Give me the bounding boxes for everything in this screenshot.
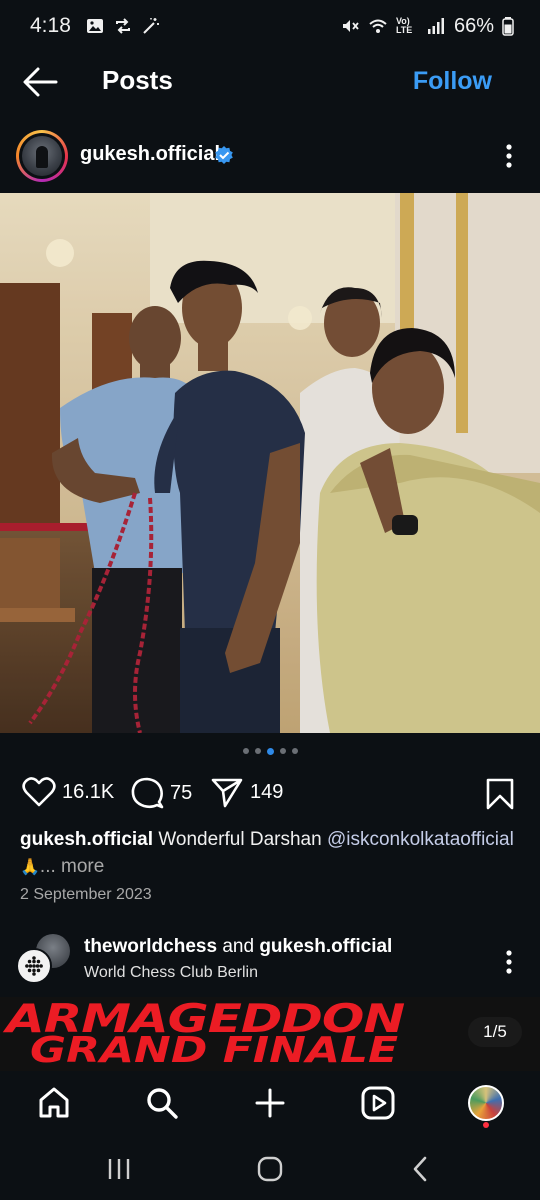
caption-text: Wonderful Darshan [158, 829, 322, 850]
next-post-banner[interactable]: ARMAGEDDON GRAND FINALE 1/5 [0, 997, 540, 1071]
verified-badge-icon [215, 146, 233, 164]
like-button[interactable]: 16.1K [22, 776, 114, 808]
network-label: Vo) LTE [395, 16, 413, 35]
back-arrow-icon[interactable] [20, 64, 60, 100]
post-actions: 16.1K 75 149 [0, 772, 540, 816]
more-vertical-icon[interactable] [496, 948, 522, 976]
system-nav [0, 1136, 540, 1200]
next-post-connector: and [222, 936, 255, 957]
more-vertical-icon[interactable] [496, 142, 522, 170]
carousel-indicator [0, 748, 540, 758]
share-button[interactable]: 149 [210, 776, 283, 808]
carousel-dot [291, 748, 298, 754]
status-time: 4:18 [30, 14, 71, 37]
carousel-dot [242, 748, 249, 754]
avatar[interactable] [16, 130, 68, 182]
search-icon[interactable] [144, 1085, 180, 1121]
status-bar: 4:18 Vo) LTE 66% [0, 0, 540, 52]
post-image [0, 193, 540, 733]
post-date: 2 September 2023 [20, 886, 152, 903]
bookmark-icon[interactable] [484, 778, 516, 810]
share-count: 149 [250, 780, 284, 803]
home-button-icon[interactable] [255, 1154, 285, 1184]
post-header: gukesh.official [0, 126, 540, 186]
carousel-dot-active [266, 748, 274, 755]
heart-icon [22, 777, 56, 807]
next-post-header: theworldchess and gukesh.official World … [0, 930, 540, 996]
post-photo[interactable] [0, 193, 540, 733]
page-title: Posts [102, 65, 173, 95]
banner-subtitle: GRAND FINALE [30, 1029, 399, 1071]
next-post-user1[interactable]: theworldchess [84, 936, 217, 957]
like-count: 16.1K [62, 780, 115, 803]
caption-mention[interactable]: @iskconkolkataofficial [327, 829, 514, 850]
magic-wand-icon [143, 18, 159, 34]
carousel-dot [279, 748, 286, 754]
comment-count: 75 [170, 781, 193, 804]
share-icon [211, 778, 243, 808]
home-icon[interactable] [36, 1085, 72, 1121]
wifi-icon [369, 19, 387, 33]
next-post-title: theworldchess and gukesh.official [84, 936, 392, 958]
avatar[interactable] [16, 948, 52, 984]
signal-icon [427, 18, 444, 34]
caption-emoji: 🙏 [20, 859, 40, 876]
profile-avatar[interactable] [468, 1085, 504, 1121]
post-username[interactable]: gukesh.official [80, 143, 220, 166]
caption-username[interactable]: gukesh.official [20, 829, 153, 850]
battery-percent: 66% [453, 14, 494, 37]
top-header: Posts Follow [0, 56, 540, 108]
slide-counter: 1/5 [468, 1017, 522, 1047]
back-button-icon[interactable] [406, 1154, 436, 1184]
notification-dot [483, 1122, 489, 1128]
bottom-nav [0, 1071, 540, 1135]
comment-button[interactable]: 75 [130, 776, 192, 810]
create-icon[interactable] [252, 1085, 288, 1121]
follow-button[interactable]: Follow [413, 67, 492, 96]
repost-icon [115, 18, 130, 34]
gallery-icon [86, 19, 103, 33]
mute-icon [342, 20, 359, 32]
comment-icon [131, 777, 164, 809]
next-post-user2[interactable]: gukesh.official [259, 936, 392, 957]
more-link[interactable]: ... more [40, 856, 104, 877]
carousel-dot [254, 748, 261, 754]
recent-apps-icon[interactable] [104, 1154, 134, 1184]
next-post-location[interactable]: World Chess Club Berlin [84, 964, 258, 982]
battery-icon [502, 17, 514, 36]
reels-icon[interactable] [360, 1085, 396, 1121]
post-caption: gukesh.official Wonderful Darshan @iskco… [20, 826, 528, 881]
